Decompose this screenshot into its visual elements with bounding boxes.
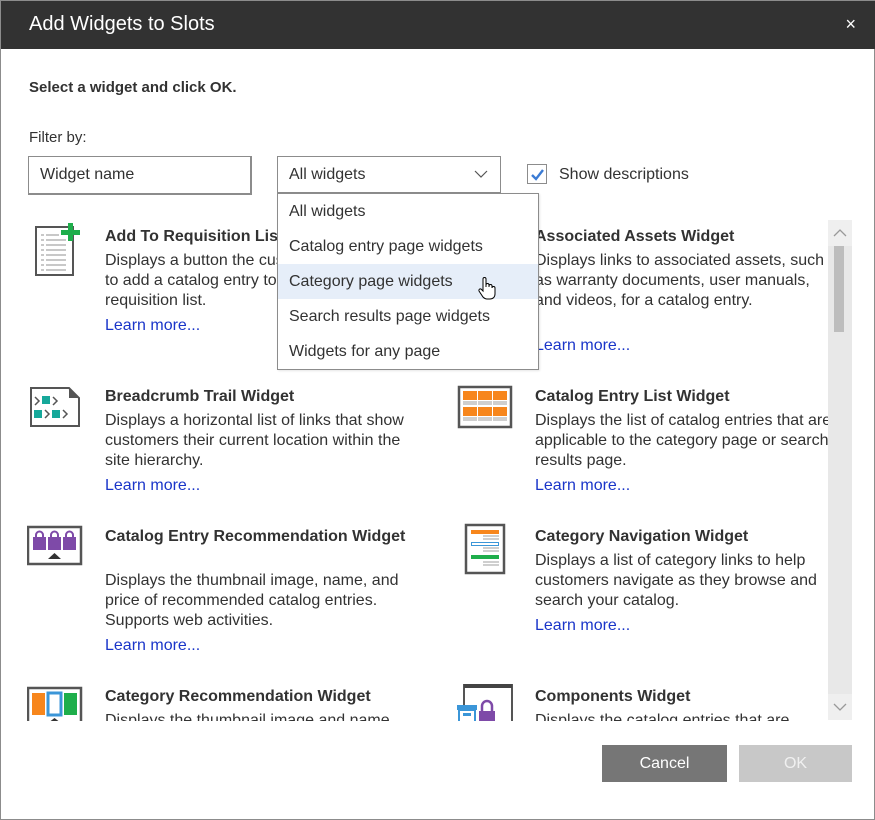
components-icon [457, 684, 513, 721]
widget-description: Displays a horizontal list of links that… [105, 412, 404, 469]
widget-description: Displays a list of category links to hel… [535, 552, 817, 609]
widget-type-dropdown-menu: All widgets Catalog entry page widgets C… [277, 193, 539, 370]
hand-pointer-cursor-icon [478, 277, 496, 300]
dropdown-option-catalog-entry-page-widgets[interactable]: Catalog entry page widgets [278, 229, 538, 264]
dropdown-option-all-widgets[interactable]: All widgets [278, 194, 538, 229]
widget-name: Catalog Entry Recommendation Widget [105, 528, 406, 545]
checkmark-icon [531, 169, 544, 181]
widget-description: Displays the catalog entries that are [535, 712, 790, 721]
widget-description: Displays links to associated assets, suc… [535, 252, 825, 309]
chevron-down-icon [474, 170, 488, 178]
widget-name: Category Recommendation Widget [105, 688, 371, 705]
scroll-down-button[interactable] [828, 694, 852, 720]
add-widgets-dialog: Add Widgets to Slots × Select a widget a… [0, 0, 875, 820]
widget-description: Displays the thumbnail image and name [105, 712, 390, 721]
dialog-title: Add Widgets to Slots [29, 13, 215, 35]
show-descriptions-checkbox[interactable] [527, 164, 547, 184]
learn-more-link[interactable]: Learn more... [535, 337, 630, 355]
widget-name: Associated Assets Widget [535, 228, 735, 245]
widget-description: Displays the list of catalog entries tha… [535, 412, 828, 469]
ok-button[interactable]: OK [739, 745, 852, 782]
scroll-thumb[interactable] [834, 246, 844, 332]
widget-name-input[interactable] [28, 156, 252, 195]
learn-more-link[interactable]: Learn more... [105, 637, 200, 655]
widget-name: Category Navigation Widget [535, 528, 749, 545]
scroll-up-button[interactable] [828, 220, 852, 246]
category-navigation-icon [464, 523, 506, 575]
catalog-entry-recommendation-icon [27, 525, 83, 566]
dialog-titlebar: Add Widgets to Slots × [1, 1, 875, 49]
learn-more-link[interactable]: Learn more... [105, 477, 200, 495]
filter-label: Filter by: [29, 129, 87, 146]
catalog-entry-list-icon [457, 385, 513, 429]
dropdown-option-category-page-widgets[interactable]: Category page widgets [278, 264, 538, 299]
chevron-down-icon [833, 703, 847, 711]
widget-type-select[interactable]: All widgets [277, 156, 501, 193]
dropdown-option-search-results-page-widgets[interactable]: Search results page widgets [278, 299, 538, 334]
show-descriptions-label: Show descriptions [559, 166, 689, 183]
widget-list-scrollbar[interactable] [828, 220, 852, 720]
close-icon[interactable]: × [845, 14, 856, 35]
learn-more-link[interactable]: Learn more... [535, 617, 630, 635]
instruction-text: Select a widget and click OK. [29, 79, 237, 96]
widget-description: Displays the thumbnail image, name, and … [105, 572, 399, 629]
breadcrumb-icon [30, 387, 80, 427]
widget-type-selected-value: All widgets [289, 166, 366, 183]
category-recommendation-icon [27, 686, 83, 721]
learn-more-link[interactable]: Learn more... [105, 317, 200, 335]
widget-name: Breadcrumb Trail Widget [105, 388, 295, 405]
widget-name: Components Widget [535, 688, 691, 705]
widget-name: Catalog Entry List Widget [535, 388, 730, 405]
cancel-button[interactable]: Cancel [602, 745, 727, 782]
chevron-up-icon [833, 229, 847, 237]
dropdown-option-widgets-for-any-page[interactable]: Widgets for any page [278, 334, 538, 369]
learn-more-link[interactable]: Learn more... [535, 477, 630, 495]
requisition-list-add-icon [35, 223, 80, 276]
